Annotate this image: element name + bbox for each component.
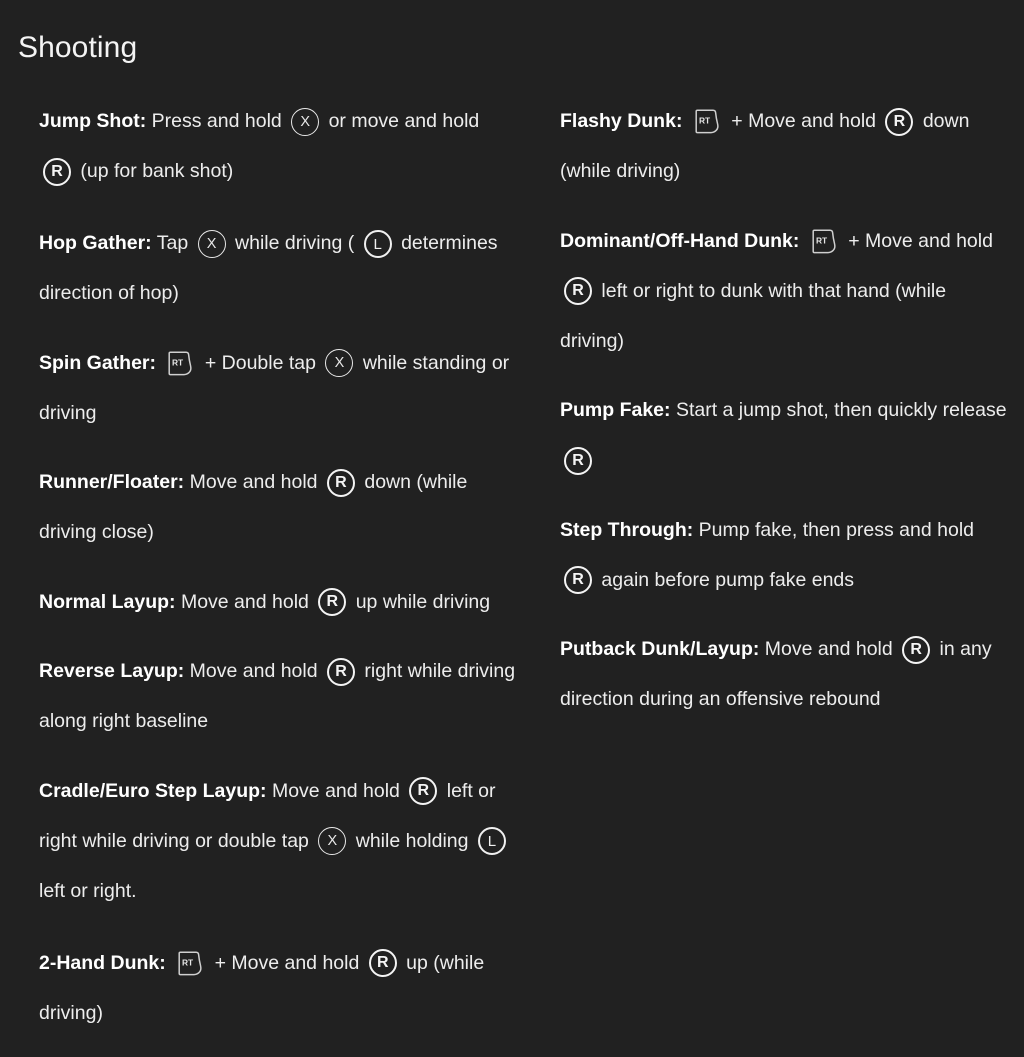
xbox-right-stick-button-icon[interactable]: R: [885, 107, 914, 136]
control-description-text: [166, 952, 171, 974]
xbox-right-trigger-icon[interactable]: RT: [693, 109, 721, 134]
control-entry-normal-layup: Normal Layup: Move and hold R up while d…: [39, 577, 518, 627]
control-description-text: Move and hold: [184, 660, 323, 682]
control-entry-jump-shot: Jump Shot: Press and hold X or move and …: [39, 96, 518, 196]
xbox-left-stick-button-icon[interactable]: L: [477, 827, 506, 856]
control-description-text: [799, 230, 804, 252]
svg-text:RT: RT: [699, 116, 711, 126]
controls-column-right: Flashy Dunk: RT + Move and hold R down (…: [530, 96, 1024, 1057]
page-title: Shooting: [18, 31, 138, 65]
control-description-text: Move and hold: [266, 779, 406, 802]
control-description-text: + Move and hold: [725, 110, 882, 132]
xbox-right-trigger-icon[interactable]: RT: [166, 351, 194, 376]
control-entry-spin-gather: Spin Gather: RT + Double tap X while sta…: [39, 338, 518, 438]
xbox-x-button-icon[interactable]: X: [318, 827, 347, 856]
control-description-text: again before pump fake ends: [596, 568, 855, 591]
control-term: Reverse Layup:: [39, 660, 185, 682]
controls-columns: Jump Shot: Press and hold X or move and …: [0, 96, 1024, 1057]
control-term: Spin Gather:: [39, 351, 157, 374]
control-term: Flashy Dunk:: [560, 110, 683, 132]
control-description-text: + Double tap: [199, 351, 322, 374]
control-entry-runner-floater: Runner/Floater: Move and hold R down (wh…: [39, 457, 518, 557]
control-entry-dominant-off-hand-dunk: Dominant/Off-Hand Dunk: RT + Move and ho…: [560, 216, 1010, 366]
control-description-text: left or right.: [39, 879, 137, 902]
control-description-text: Start a jump shot, then quickly release: [670, 399, 1007, 421]
xbox-right-trigger-icon[interactable]: RT: [810, 229, 838, 254]
control-term: Runner/Floater:: [39, 471, 185, 493]
control-term: Dominant/Off-Hand Dunk:: [560, 229, 800, 252]
control-term: 2-Hand Dunk:: [39, 951, 166, 974]
shooting-controls-page: Shooting Jump Shot: Press and hold X or …: [0, 0, 1024, 1023]
control-description-text: (up for bank shot): [75, 160, 234, 182]
svg-text:RT: RT: [182, 957, 194, 967]
control-term: Cradle/Euro Step Layup:: [39, 779, 267, 802]
control-term: Pump Fake:: [560, 399, 671, 421]
control-description-text: Move and hold: [184, 471, 323, 493]
control-description-text: or move and hold: [323, 110, 480, 132]
xbox-right-stick-button-icon[interactable]: R: [902, 635, 931, 664]
xbox-right-stick-button-icon[interactable]: R: [409, 777, 438, 806]
control-entry-2-hand-dunk: 2-Hand Dunk: RT + Move and hold R up (wh…: [39, 938, 518, 1038]
control-entry-pump-fake: Pump Fake: Start a jump shot, then quick…: [560, 385, 1010, 485]
xbox-right-stick-button-icon[interactable]: R: [326, 468, 355, 497]
control-entry-putback-dunk-layup: Putback Dunk/Layup: Move and hold R in a…: [560, 624, 1010, 724]
xbox-left-stick-button-icon[interactable]: L: [363, 229, 392, 258]
control-term: Hop Gather:: [39, 232, 152, 254]
control-description-text: [156, 352, 161, 374]
xbox-x-button-icon[interactable]: X: [291, 107, 320, 136]
control-entry-cradle-euro-step-layup: Cradle/Euro Step Layup: Move and hold R …: [39, 766, 518, 916]
control-entry-hop-gather: Hop Gather: Tap X while driving ( L dete…: [39, 218, 518, 318]
svg-text:RT: RT: [816, 235, 828, 245]
control-description-text: left or right to dunk with that hand (wh…: [560, 279, 947, 352]
control-description-text: while driving (: [229, 232, 360, 254]
control-term: Step Through:: [560, 518, 694, 541]
control-description-text: Tap: [151, 232, 194, 254]
control-entry-flashy-dunk: Flashy Dunk: RT + Move and hold R down (…: [560, 96, 1010, 196]
xbox-x-button-icon[interactable]: X: [325, 349, 354, 378]
control-description-text: Press and hold: [146, 110, 288, 132]
xbox-right-stick-button-icon[interactable]: R: [564, 277, 592, 306]
xbox-x-button-icon[interactable]: X: [197, 229, 226, 258]
control-term: Putback Dunk/Layup:: [560, 638, 760, 660]
controls-column-left: Jump Shot: Press and hold X or move and …: [0, 96, 530, 1057]
xbox-right-stick-button-icon[interactable]: R: [368, 949, 397, 978]
xbox-right-stick-button-icon[interactable]: R: [43, 157, 71, 186]
xbox-right-stick-button-icon[interactable]: R: [318, 588, 347, 617]
control-entry-reverse-layup: Reverse Layup: Move and hold R right whi…: [39, 646, 518, 746]
xbox-right-stick-button-icon[interactable]: R: [564, 566, 592, 595]
svg-text:RT: RT: [172, 357, 184, 367]
control-term: Normal Layup:: [39, 590, 176, 613]
control-description-text: [682, 110, 687, 132]
control-description-text: Move and hold: [759, 638, 899, 660]
xbox-right-trigger-icon[interactable]: RT: [176, 951, 204, 976]
control-description-text: up while driving: [350, 590, 491, 613]
control-description-text: while holding: [350, 829, 474, 852]
control-description-text: + Move and hold: [209, 951, 365, 974]
control-description-text: Move and hold: [175, 590, 315, 613]
xbox-right-stick-button-icon[interactable]: R: [564, 446, 592, 475]
control-description-text: + Move and hold: [842, 229, 993, 252]
control-description-text: Pump fake, then press and hold: [693, 518, 974, 541]
control-entry-step-through: Step Through: Pump fake, then press and …: [560, 505, 1010, 605]
xbox-right-stick-button-icon[interactable]: R: [327, 657, 355, 686]
control-term: Jump Shot:: [39, 110, 147, 132]
